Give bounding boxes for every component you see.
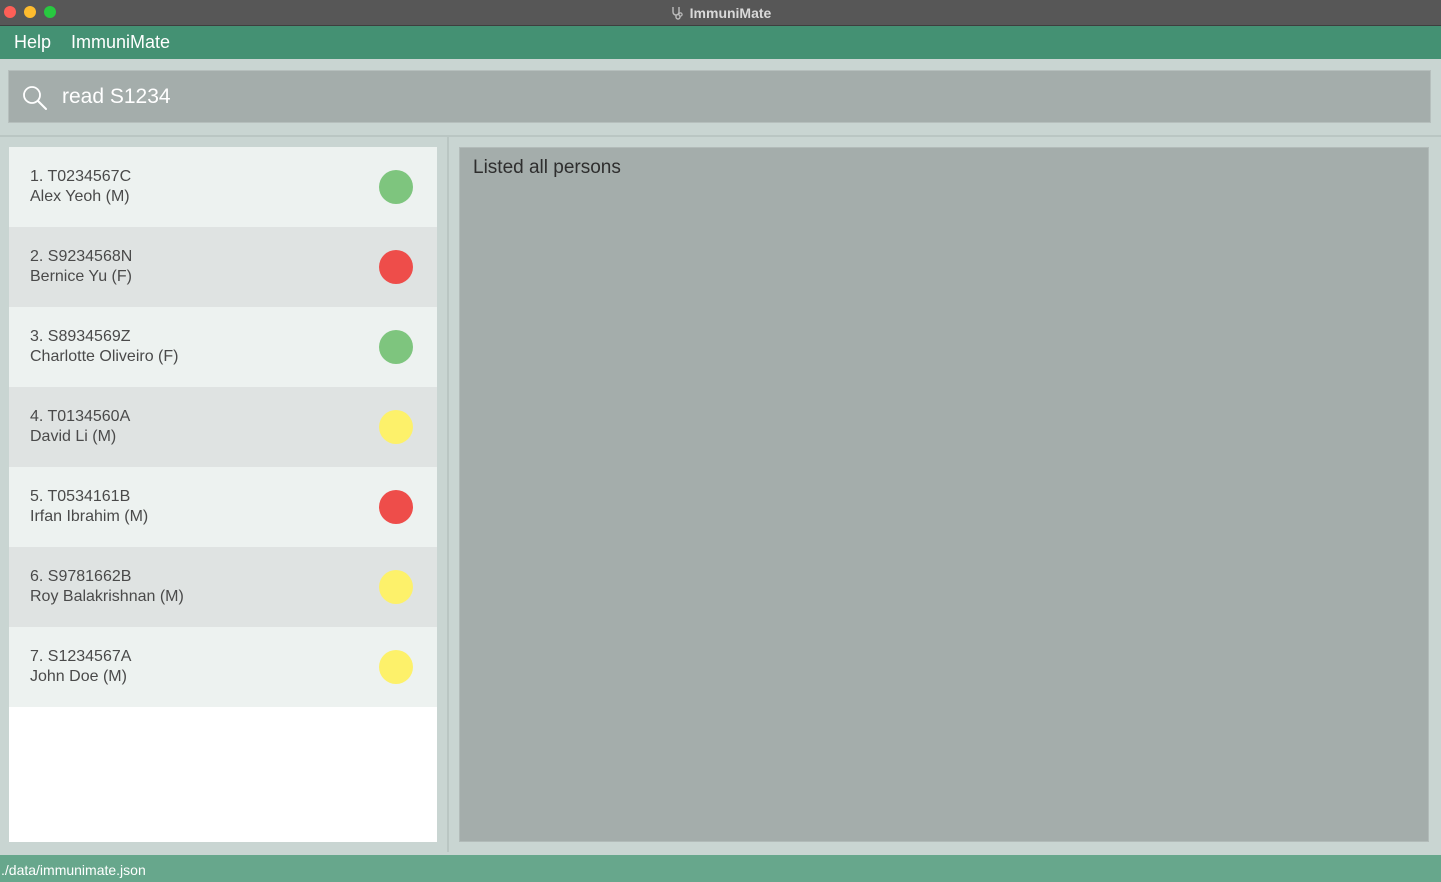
person-card[interactable]: 2. S9234568N Bernice Yu (F) [9, 227, 437, 307]
title-bar: ImmuniMate [0, 0, 1441, 26]
menu-immunimate[interactable]: ImmuniMate [61, 26, 180, 59]
person-card[interactable]: 7. S1234567A John Doe (M) [9, 627, 437, 707]
person-card[interactable]: 4. T0134560A David Li (M) [9, 387, 437, 467]
person-id: 6. S9781662B [30, 568, 132, 585]
person-list[interactable]: 1. T0234567C Alex Yeoh (M) 2. S9234568N … [9, 147, 437, 842]
person-name: Irfan Ibrahim (M) [30, 508, 149, 525]
command-area [0, 59, 1441, 135]
split-pane-divider[interactable] [447, 137, 449, 852]
person-name: Alex Yeoh (M) [30, 188, 130, 205]
status-indicator [379, 170, 413, 204]
title-wrap: ImmuniMate [0, 0, 1441, 25]
status-indicator [379, 250, 413, 284]
status-indicator [379, 410, 413, 444]
person-id: 2. S9234568N [30, 248, 133, 265]
person-name: Roy Balakrishnan (M) [30, 588, 184, 605]
menu-help[interactable]: Help [0, 26, 61, 59]
person-card[interactable]: 6. S9781662B Roy Balakrishnan (M) [9, 547, 437, 627]
person-id: 4. T0134560A [30, 408, 131, 425]
person-id: 1. T0234567C [30, 168, 132, 185]
person-name: David Li (M) [30, 428, 117, 445]
horizontal-divider [0, 135, 1441, 137]
person-name: Charlotte Oliveiro (F) [30, 348, 179, 365]
status-indicator [379, 570, 413, 604]
person-id: 7. S1234567A [30, 648, 132, 665]
result-message: Listed all persons [473, 157, 621, 178]
command-input[interactable] [62, 71, 1402, 122]
window-title: ImmuniMate [689, 4, 772, 21]
person-name: John Doe (M) [30, 668, 127, 685]
person-card[interactable]: 1. T0234567C Alex Yeoh (M) [9, 147, 437, 227]
result-display[interactable]: Listed all persons [459, 147, 1429, 842]
person-id: 5. T0534161B [30, 488, 131, 505]
person-card[interactable]: 3. S8934569Z Charlotte Oliveiro (F) [9, 307, 437, 387]
command-box[interactable] [8, 70, 1431, 123]
person-id: 3. S8934569Z [30, 328, 131, 345]
app-window: ImmuniMate Help ImmuniMate 1. T0234567C … [0, 0, 1441, 882]
status-indicator [379, 330, 413, 364]
status-indicator [379, 490, 413, 524]
person-name: Bernice Yu (F) [30, 268, 132, 285]
status-bar: ./data/immunimate.json [0, 855, 1441, 882]
person-card[interactable]: 5. T0534161B Irfan Ibrahim (M) [9, 467, 437, 547]
search-icon [23, 86, 47, 110]
save-location: ./data/immunimate.json [1, 862, 146, 878]
menu-bar: Help ImmuniMate [0, 26, 1441, 59]
status-indicator [379, 650, 413, 684]
stethoscope-icon [671, 6, 683, 20]
